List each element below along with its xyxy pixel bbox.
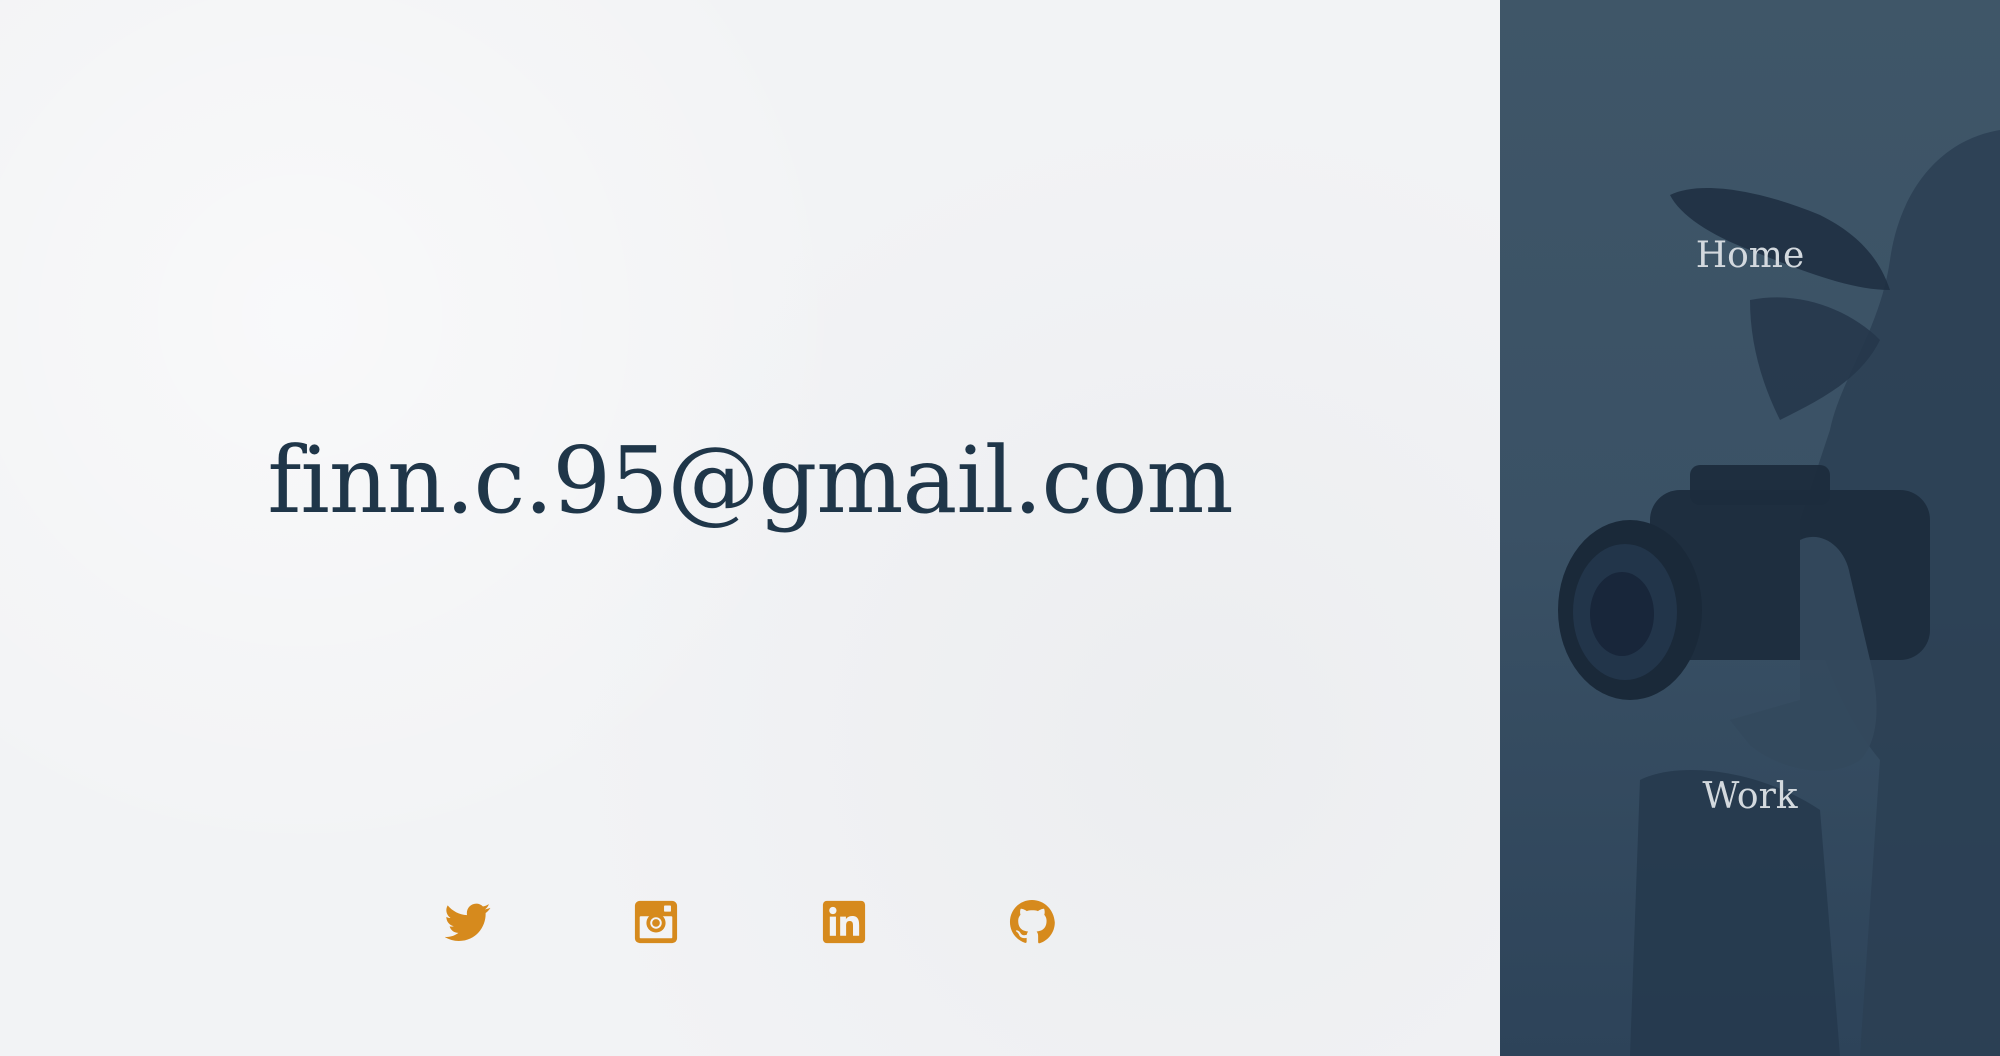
- contact-panel: finn.c.95@gmail.com: [0, 0, 1500, 1056]
- nav-work[interactable]: Work: [1500, 776, 2000, 817]
- sidebar-nav: Home Work: [1500, 0, 2000, 1056]
- twitter-link[interactable]: [444, 898, 492, 946]
- twitter-icon: [445, 899, 491, 945]
- github-link[interactable]: [1008, 898, 1056, 946]
- photographer-image: [1500, 0, 2000, 1056]
- social-links: [0, 898, 1500, 946]
- email-link[interactable]: finn.c.95@gmail.com: [0, 435, 1500, 527]
- instagram-link[interactable]: [632, 898, 680, 946]
- instagram-icon: [633, 899, 679, 945]
- github-icon: [1009, 899, 1055, 945]
- nav-home[interactable]: Home: [1500, 235, 2000, 276]
- linkedin-link[interactable]: [820, 898, 868, 946]
- linkedin-icon: [821, 899, 867, 945]
